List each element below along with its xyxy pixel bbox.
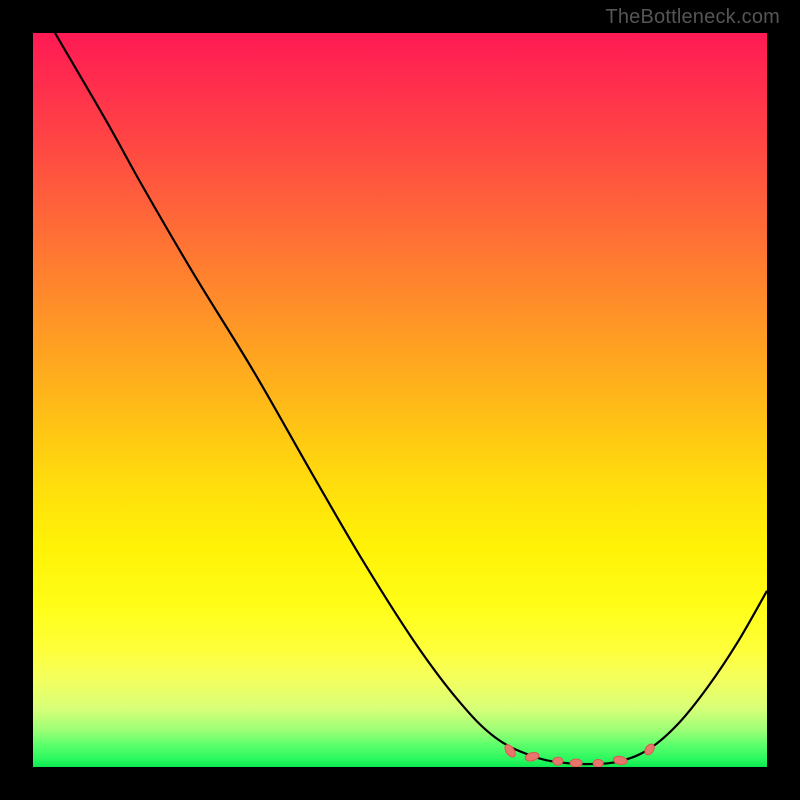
chart-marker — [570, 759, 582, 767]
watermark-text: TheBottleneck.com — [605, 6, 780, 29]
chart-marker — [503, 743, 518, 759]
chart-curve — [55, 33, 767, 764]
chart-marker — [613, 755, 628, 765]
chart-svg — [33, 33, 767, 767]
chart-plot-area — [33, 33, 767, 767]
chart-marker — [593, 759, 603, 767]
chart-marker — [553, 757, 563, 765]
